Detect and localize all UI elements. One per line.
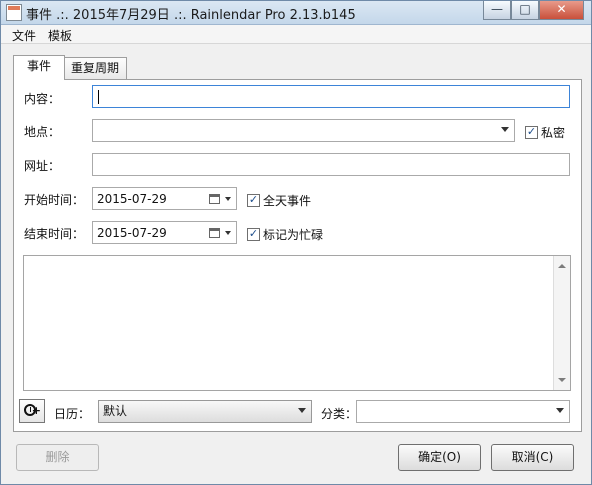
start-date-picker[interactable]: 2015-07-29 — [92, 187, 237, 210]
plus-icon: + — [31, 404, 41, 417]
calendar-label: 日历： — [54, 407, 91, 421]
close-button[interactable]: ✕ — [539, 1, 584, 20]
end-date-value: 2015-07-29 — [97, 226, 167, 240]
start-time-label: 开始时间： — [24, 193, 85, 207]
window-title: 事件 .:. 2015年7月29日 .:. Rainlendar Pro 2.1… — [26, 8, 356, 23]
menu-template[interactable]: 模板 — [48, 27, 72, 44]
alarm-button[interactable]: + — [19, 399, 45, 423]
category-dropdown[interactable] — [356, 400, 570, 423]
all-day-checkbox[interactable]: ✓ — [247, 194, 260, 207]
calendar-icon — [209, 194, 220, 204]
tab-event[interactable]: 事件 — [13, 55, 65, 80]
private-checkbox[interactable]: ✓ — [525, 126, 538, 139]
busy-label: 标记为忙碌 — [263, 228, 324, 242]
busy-checkbox[interactable]: ✓ — [247, 228, 260, 241]
location-dropdown[interactable] — [92, 119, 515, 142]
end-date-picker[interactable]: 2015-07-29 — [92, 221, 237, 244]
content-label: 内容： — [24, 92, 61, 106]
window-controls: — □ ✕ — [483, 1, 584, 20]
cancel-button[interactable]: 取消(C) — [491, 444, 574, 471]
chevron-down-icon — [225, 231, 231, 235]
minimize-button[interactable]: — — [483, 1, 511, 20]
url-input[interactable] — [92, 153, 570, 176]
end-time-label: 结束时间： — [24, 227, 85, 241]
ok-button[interactable]: 确定(O) — [398, 444, 481, 471]
url-label: 网址： — [24, 159, 61, 173]
scroll-down-icon[interactable] — [558, 378, 566, 382]
scroll-up-icon[interactable] — [558, 264, 566, 268]
location-label: 地点： — [24, 125, 61, 139]
private-label: 私密 — [541, 126, 566, 140]
notes-textarea[interactable] — [23, 255, 571, 391]
notes-scrollbar[interactable] — [553, 256, 570, 390]
chevron-down-icon — [225, 197, 231, 201]
category-label: 分类： — [321, 407, 358, 421]
private-checkbox-row[interactable]: ✓ 私密 — [525, 124, 565, 141]
calendar-icon — [209, 228, 220, 238]
event-window: 事件 .:. 2015年7月29日 .:. Rainlendar Pro 2.1… — [0, 0, 592, 485]
maximize-button[interactable]: □ — [511, 1, 539, 20]
busy-checkbox-row[interactable]: ✓ 标记为忙碌 — [247, 226, 323, 243]
calendar-dropdown[interactable]: 默认 — [98, 400, 312, 423]
app-icon — [6, 4, 22, 21]
calendar-value: 默认 — [103, 404, 128, 418]
chevron-down-icon — [298, 408, 306, 413]
all-day-checkbox-row[interactable]: ✓ 全天事件 — [247, 192, 311, 209]
all-day-label: 全天事件 — [263, 194, 312, 208]
chevron-down-icon — [556, 408, 564, 413]
title-bar: 事件 .:. 2015年7月29日 .:. Rainlendar Pro 2.1… — [1, 1, 591, 25]
start-date-value: 2015-07-29 — [97, 192, 167, 206]
chevron-down-icon — [501, 127, 509, 132]
menu-file[interactable]: 文件 — [12, 27, 36, 44]
menu-bar: 文件 模板 — [1, 25, 591, 44]
tab-repeat[interactable]: 重复周期 — [63, 57, 127, 80]
delete-button[interactable]: 删除 — [16, 444, 99, 471]
content-input[interactable] — [92, 85, 570, 108]
